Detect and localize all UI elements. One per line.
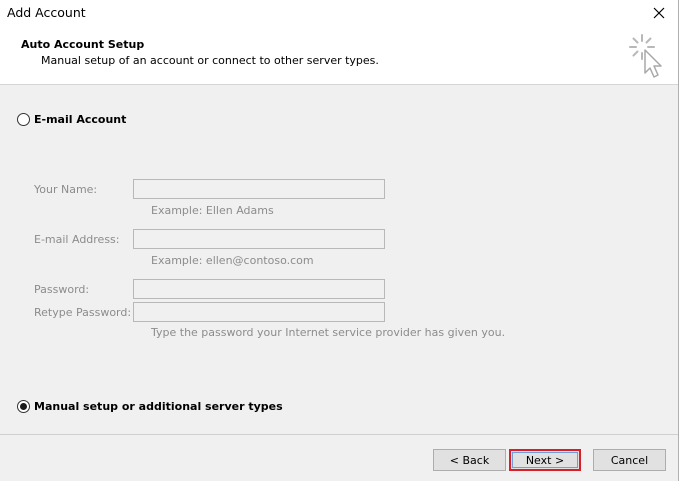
your-name-label: Your Name: (34, 183, 98, 196)
close-icon (653, 7, 665, 19)
retype-password-input[interactable] (133, 302, 385, 322)
cancel-button[interactable]: Cancel (593, 449, 666, 471)
email-account-label: E-mail Account (34, 113, 127, 126)
wizard-header: Auto Account Setup Manual setup of an ac… (0, 27, 678, 85)
footer-divider (0, 434, 678, 435)
manual-setup-radio-button[interactable] (17, 400, 30, 413)
header-subtitle: Manual setup of an account or connect to… (41, 54, 379, 67)
close-button[interactable] (646, 1, 672, 25)
email-address-label: E-mail Address: (34, 233, 120, 246)
retype-password-label: Retype Password: (34, 306, 132, 319)
back-button[interactable]: < Back (433, 449, 506, 471)
email-address-hint: Example: ellen@contoso.com (151, 254, 314, 267)
add-account-dialog: Add Account Auto Account Setup Manual se… (0, 0, 679, 481)
email-account-radio-button[interactable] (17, 113, 30, 126)
wizard-cursor-icon (629, 34, 662, 78)
header-title: Auto Account Setup (21, 38, 145, 51)
manual-setup-radio[interactable]: Manual setup or additional server types (17, 400, 283, 413)
window-title: Add Account (7, 5, 86, 20)
next-button[interactable]: Next > (509, 449, 581, 471)
your-name-hint: Example: Ellen Adams (151, 204, 274, 217)
email-address-input[interactable] (133, 229, 385, 249)
your-name-input[interactable] (133, 179, 385, 199)
password-input[interactable] (133, 279, 385, 299)
password-label: Password: (34, 283, 90, 296)
title-bar: Add Account (0, 0, 678, 27)
password-hint: Type the password your Internet service … (151, 326, 506, 339)
email-account-radio[interactable]: E-mail Account (17, 113, 126, 126)
manual-setup-label: Manual setup or additional server types (34, 400, 283, 413)
